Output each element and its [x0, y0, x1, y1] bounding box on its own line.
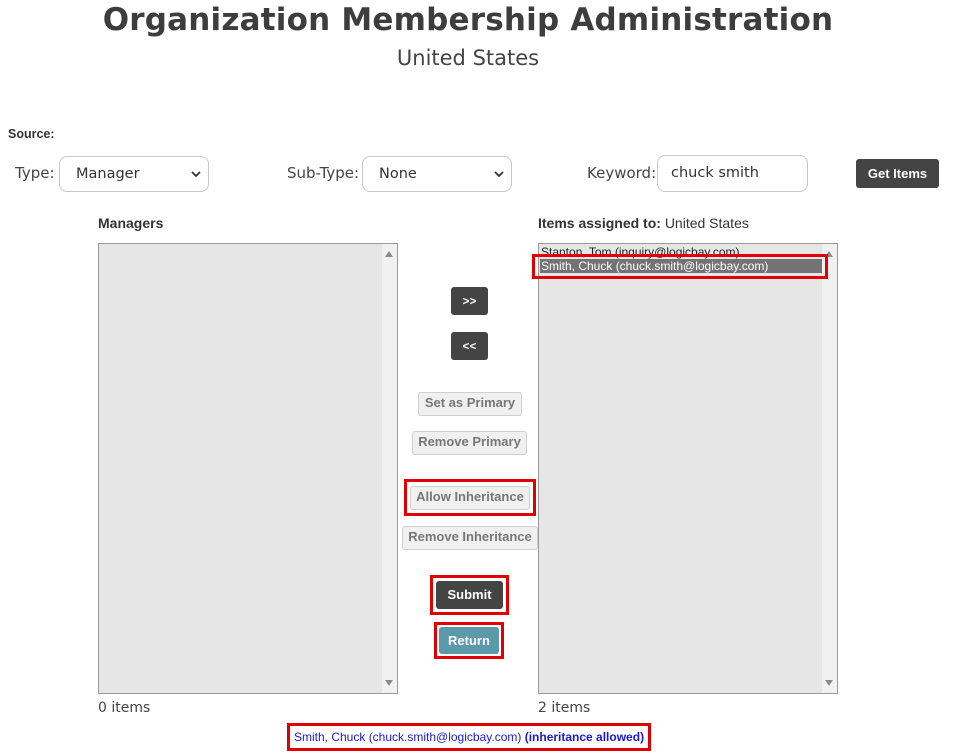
assigned-label-prefix: Items assigned to: [538, 215, 661, 231]
remove-button[interactable]: << [451, 332, 488, 360]
managers-count: 0 items [98, 700, 151, 716]
subtype-select[interactable]: None [362, 156, 512, 192]
page-title: Organization Membership Administration [102, 2, 834, 38]
assigned-count: 2 items [538, 700, 591, 716]
managers-label: Managers [98, 215, 164, 231]
remove-primary-button[interactable]: Remove Primary [412, 431, 527, 455]
status-message: Smith, Chuck (chuck.smith@logicbay.com) … [287, 723, 652, 751]
subtype-label: Sub-Type: [287, 164, 360, 182]
managers-listbox[interactable] [98, 243, 398, 694]
scrollbar[interactable] [382, 244, 397, 693]
keyword-input-value: chuck smith [671, 165, 759, 181]
status-name: Smith, Chuck (chuck.smith@logicbay.com) [294, 730, 522, 744]
scroll-down-arrow-icon[interactable] [385, 680, 393, 686]
type-label: Type: [15, 164, 55, 182]
scrollbar[interactable] [822, 244, 837, 693]
type-select-value: Manager [76, 166, 140, 182]
assigned-label-value: United States [664, 215, 749, 231]
return-button[interactable]: Return [439, 627, 499, 654]
set-primary-button[interactable]: Set as Primary [418, 392, 522, 416]
keyword-input[interactable]: chuck smith [657, 155, 808, 192]
assigned-label: Items assigned to: United States [538, 215, 749, 231]
chevron-down-icon [494, 171, 504, 178]
scroll-down-arrow-icon[interactable] [825, 680, 833, 686]
remove-inheritance-button[interactable]: Remove Inheritance [402, 526, 538, 550]
page-subtitle: United States [396, 46, 540, 70]
add-button[interactable]: >> [451, 287, 488, 315]
selected-item-highlight [532, 254, 828, 279]
subtype-select-value: None [379, 166, 417, 182]
submit-button[interactable]: Submit [436, 581, 503, 609]
scroll-up-arrow-icon[interactable] [385, 251, 393, 257]
get-items-button[interactable]: Get Items [856, 159, 939, 188]
assigned-listbox[interactable]: Stanton, Tom (inquiry@logicbay.com) Smit… [538, 243, 838, 694]
status-note: (inheritance allowed) [524, 730, 645, 744]
source-label: Source: [8, 127, 55, 141]
keyword-label: Keyword: [587, 164, 657, 182]
allow-inheritance-button[interactable]: Allow Inheritance [410, 486, 530, 510]
type-select[interactable]: Manager [59, 156, 209, 192]
chevron-down-icon [191, 171, 201, 178]
